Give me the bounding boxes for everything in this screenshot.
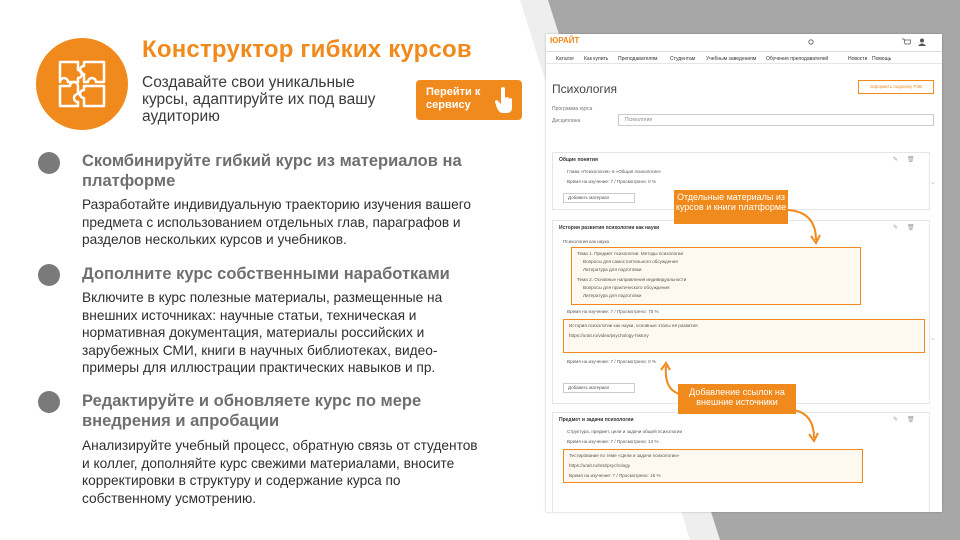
callout-text: Добавление ссылок на внешние источники bbox=[689, 387, 785, 407]
delete-icon[interactable]: 🗑 bbox=[907, 156, 915, 163]
card-item[interactable]: Вопросы для самостоятельного обсуждения bbox=[583, 259, 678, 264]
section-title: Скомбинируйте гибкий курс из материалов … bbox=[82, 152, 462, 190]
card-item[interactable]: Структура, предмет, цели и задачи общей … bbox=[567, 429, 682, 434]
callout-external-links: Добавление ссылок на внешние источники bbox=[678, 384, 796, 414]
external-link-url[interactable]: https://urait.ru/video/psychology-histor… bbox=[569, 333, 649, 338]
external-link-url[interactable]: https://urait.ru/test/psychology bbox=[569, 463, 630, 468]
callout-arrow bbox=[660, 361, 681, 395]
chevron-down-icon[interactable]: ⌄ bbox=[930, 334, 936, 342]
pointer-hand-icon bbox=[495, 87, 512, 113]
callout-text: Отдельные материалы из курсов и книги пл… bbox=[675, 192, 787, 212]
card-item[interactable]: Тема 1. Предмет психологии. Методы психо… bbox=[577, 251, 683, 256]
delete-icon[interactable]: 🗑 bbox=[907, 224, 915, 231]
callout-arrow bbox=[787, 209, 821, 245]
menu-item[interactable]: Преподавателям bbox=[618, 56, 657, 62]
menu-item[interactable]: Как купить bbox=[584, 56, 608, 62]
user-icon[interactable] bbox=[918, 38, 926, 46]
card-subtitle: Психология как наука bbox=[563, 239, 610, 244]
edit-icon[interactable]: ✎ bbox=[893, 156, 898, 163]
page-subtitle: Создавайте свои уникальные курсы, адапти… bbox=[142, 74, 376, 125]
course-title: Психология bbox=[552, 82, 617, 96]
section-body: Включите в курс полезные материалы, разм… bbox=[82, 290, 443, 375]
card-title: Предмет и задачи психологии bbox=[559, 417, 634, 423]
go-to-service-button[interactable]: Перейти к сервису bbox=[416, 80, 522, 120]
chevron-down-icon[interactable]: ⌄ bbox=[930, 178, 936, 186]
course-section-card: История развития психологии как науки Пс… bbox=[552, 220, 930, 404]
course-section-card: Предмет и задачи психологии Структура, п… bbox=[552, 412, 930, 512]
card-item[interactable]: Литература для подготовки bbox=[583, 267, 641, 272]
section-body: Разработайте индивидуальную траекторию и… bbox=[82, 197, 472, 247]
card-meta: Время на изучение: 7 / Просмотрено: 75 % bbox=[567, 309, 659, 314]
menu-item[interactable]: Каталог bbox=[556, 56, 574, 62]
site-logo: ЮРАЙТ bbox=[550, 36, 580, 45]
menu-item[interactable]: Учебным заведениям bbox=[706, 56, 756, 62]
puzzle-logo bbox=[36, 38, 128, 130]
add-material-button[interactable]: Добавить материал bbox=[563, 383, 635, 393]
external-link-title[interactable]: Тестирование по теме «Цели и задачи псих… bbox=[569, 453, 679, 458]
card-title: Общие понятия bbox=[559, 157, 598, 163]
card-item[interactable]: Глава «Психология» в «Общая психология» bbox=[567, 169, 661, 174]
edit-icon[interactable]: ✎ bbox=[893, 416, 898, 423]
menu-item[interactable]: Помощь bbox=[872, 56, 891, 62]
callout-platform-materials: Отдельные материалы из курсов и книги пл… bbox=[674, 190, 788, 224]
card-meta: Время на изучение: 7 / Просмотрено: 0 % bbox=[567, 179, 657, 184]
bullet-marker bbox=[38, 152, 60, 174]
search-icon bbox=[808, 39, 814, 45]
card-item[interactable]: Вопросы для практического обсуждения bbox=[583, 285, 670, 290]
subscribe-button[interactable]: Оформить подписку РЗВ bbox=[858, 80, 934, 94]
service-screenshot: ЮРАЙТ Каталог Как купить Преподавателям … bbox=[546, 34, 942, 512]
go-to-service-label: Перейти к сервису bbox=[426, 86, 481, 111]
site-header: ЮРАЙТ bbox=[546, 34, 942, 52]
cart-icon[interactable] bbox=[902, 38, 911, 46]
section-title: Редактируйте и обновляете курс по мере в… bbox=[82, 392, 422, 430]
program-label: Программа курса bbox=[552, 106, 593, 112]
add-material-button[interactable]: Добавить материал bbox=[563, 193, 635, 203]
discipline-label: Дисциплина bbox=[552, 118, 581, 124]
callout-arrow bbox=[793, 409, 819, 443]
bullet-marker bbox=[38, 264, 60, 286]
menu-item[interactable]: Обучение преподавателей bbox=[766, 56, 828, 62]
card-title: История развития психологии как науки bbox=[559, 225, 660, 231]
external-link-title[interactable]: История психологии как науки, основные э… bbox=[569, 323, 698, 328]
edit-icon[interactable]: ✎ bbox=[893, 224, 898, 231]
menu-divider bbox=[546, 63, 942, 64]
menu-item[interactable]: Новости bbox=[848, 56, 867, 62]
card-meta: Время на изучение: 7 / Просмотрено: 14 % bbox=[567, 439, 659, 444]
puzzle-icon bbox=[58, 60, 106, 108]
menu-item[interactable]: Студентам bbox=[670, 56, 695, 62]
card-item[interactable]: Литература для подготовки bbox=[583, 293, 641, 298]
card-meta: Время на изучение: 7 / Просмотрено: 15 % bbox=[569, 473, 661, 478]
discipline-select[interactable]: Психология bbox=[618, 114, 934, 126]
section-body: Анализируйте учебный процесс, обратную с… bbox=[82, 438, 478, 506]
page-title: Конструктор гибких курсов bbox=[142, 36, 472, 63]
delete-icon[interactable]: 🗑 bbox=[907, 416, 915, 423]
card-item[interactable]: Тема 2. Основные направления индивидуаль… bbox=[577, 277, 686, 282]
bullet-marker bbox=[38, 391, 60, 413]
section-title: Дополните курс собственными наработками bbox=[82, 265, 450, 283]
card-meta: Время на изучение: 7 / Просмотрено: 0 % bbox=[567, 359, 657, 364]
